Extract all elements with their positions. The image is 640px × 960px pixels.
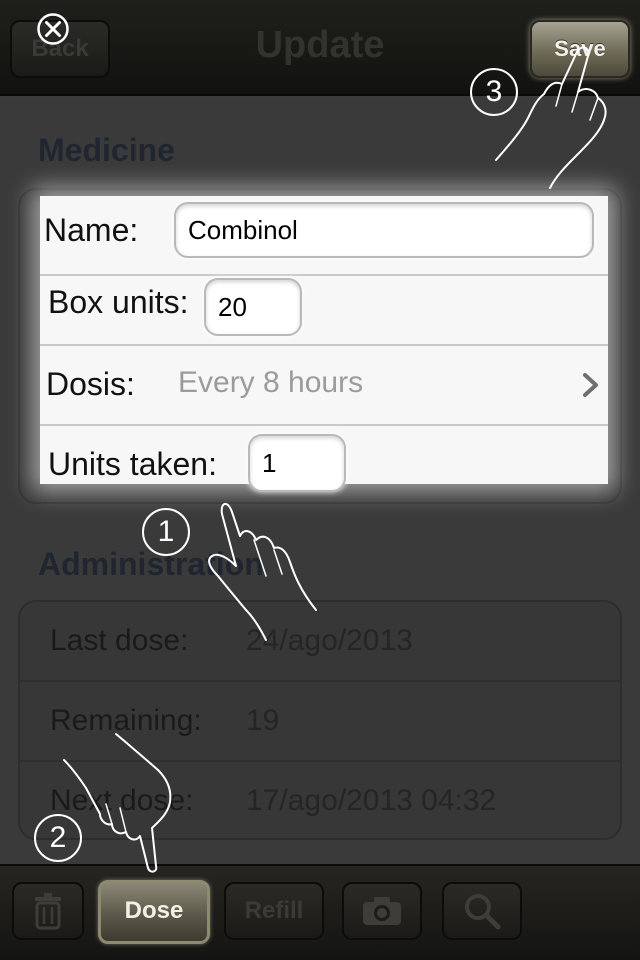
box-units-label: Box units: xyxy=(48,284,189,320)
dosis-value: Every 8 hours xyxy=(178,366,364,399)
last-dose-label: Last dose: xyxy=(50,624,189,657)
box-units-input[interactable]: 20 xyxy=(204,278,302,336)
units-taken-row: Units taken: 1 xyxy=(40,426,608,492)
units-taken-label: Units taken: xyxy=(48,446,217,482)
search-icon xyxy=(465,894,501,930)
units-taken-input[interactable]: 1 xyxy=(248,434,346,492)
tap-hand-icon xyxy=(63,733,172,873)
refill-button[interactable]: Refill xyxy=(224,882,324,940)
remaining-value: 19 xyxy=(246,704,280,737)
dosis-label: Dosis: xyxy=(46,366,135,402)
close-circle-icon xyxy=(37,13,69,45)
name-input[interactable]: Combinol xyxy=(174,202,594,258)
chevron-right-icon xyxy=(582,372,600,403)
camera-icon xyxy=(363,897,401,925)
trash-icon xyxy=(35,893,61,930)
bottom-toolbar: Dose Refill xyxy=(0,864,640,960)
camera-button[interactable] xyxy=(342,882,422,940)
tap-hand-icon xyxy=(208,503,317,641)
search-button[interactable] xyxy=(442,882,522,940)
name-row: Name: Combinol xyxy=(40,196,608,276)
next-dose-value: 17/ago/2013 04:32 xyxy=(246,784,497,817)
box-units-row: Box units: 20 xyxy=(40,266,608,346)
dose-button[interactable]: Dose xyxy=(98,880,210,944)
trash-button[interactable] xyxy=(12,882,84,940)
close-tutorial-button[interactable] xyxy=(36,12,70,51)
medicine-form-card: Name: Combinol Box units: 20 Dosis: Ever… xyxy=(40,196,608,492)
tap-hand-icon xyxy=(495,46,607,189)
step-1-badge: 1 xyxy=(142,508,190,556)
dosis-row[interactable]: Dosis: Every 8 hours xyxy=(40,346,608,426)
medicine-section-header: Medicine xyxy=(38,132,175,168)
name-label: Name: xyxy=(44,212,139,248)
